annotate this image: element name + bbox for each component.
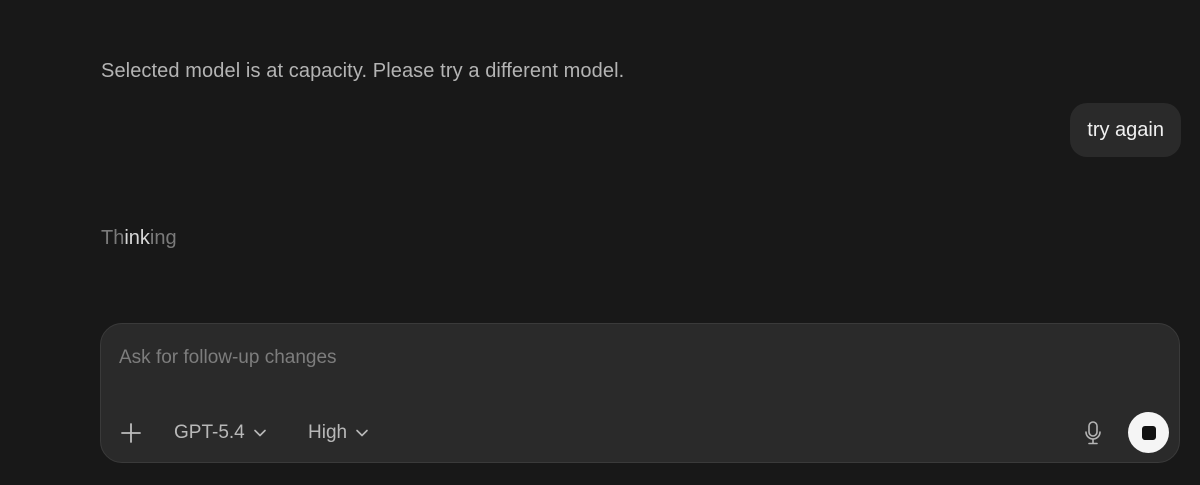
microphone-icon bbox=[1085, 421, 1101, 445]
model-selector-label: GPT-5.4 bbox=[174, 422, 245, 443]
add-attachment-button[interactable] bbox=[119, 421, 143, 445]
plus-icon bbox=[121, 423, 141, 443]
thinking-indicator: Thinking bbox=[101, 225, 177, 251]
user-message-bubble: try again bbox=[1070, 103, 1181, 157]
chat-page: Selected model is at capacity. Please tr… bbox=[0, 0, 1200, 485]
system-error-message: Selected model is at capacity. Please tr… bbox=[101, 60, 625, 82]
thinking-text-end: ing bbox=[149, 227, 177, 249]
follow-up-input[interactable] bbox=[119, 344, 1119, 372]
reasoning-effort-label: High bbox=[308, 422, 348, 443]
voice-input-button[interactable] bbox=[1081, 420, 1105, 446]
chevron-down-icon bbox=[253, 429, 266, 437]
stop-icon bbox=[1141, 425, 1156, 440]
chevron-down-icon bbox=[356, 429, 368, 437]
user-message-text: try again bbox=[1087, 118, 1164, 141]
thinking-text-start: Th bbox=[101, 227, 125, 249]
thinking-text-highlight: ink bbox=[124, 227, 150, 249]
stop-generation-button[interactable] bbox=[1128, 412, 1169, 453]
model-selector[interactable]: GPT-5.4 bbox=[174, 421, 267, 445]
reasoning-effort-selector[interactable]: High bbox=[308, 421, 369, 445]
composer-toolbar: GPT-5.4 High bbox=[101, 412, 1179, 454]
composer: GPT-5.4 High bbox=[100, 323, 1180, 463]
